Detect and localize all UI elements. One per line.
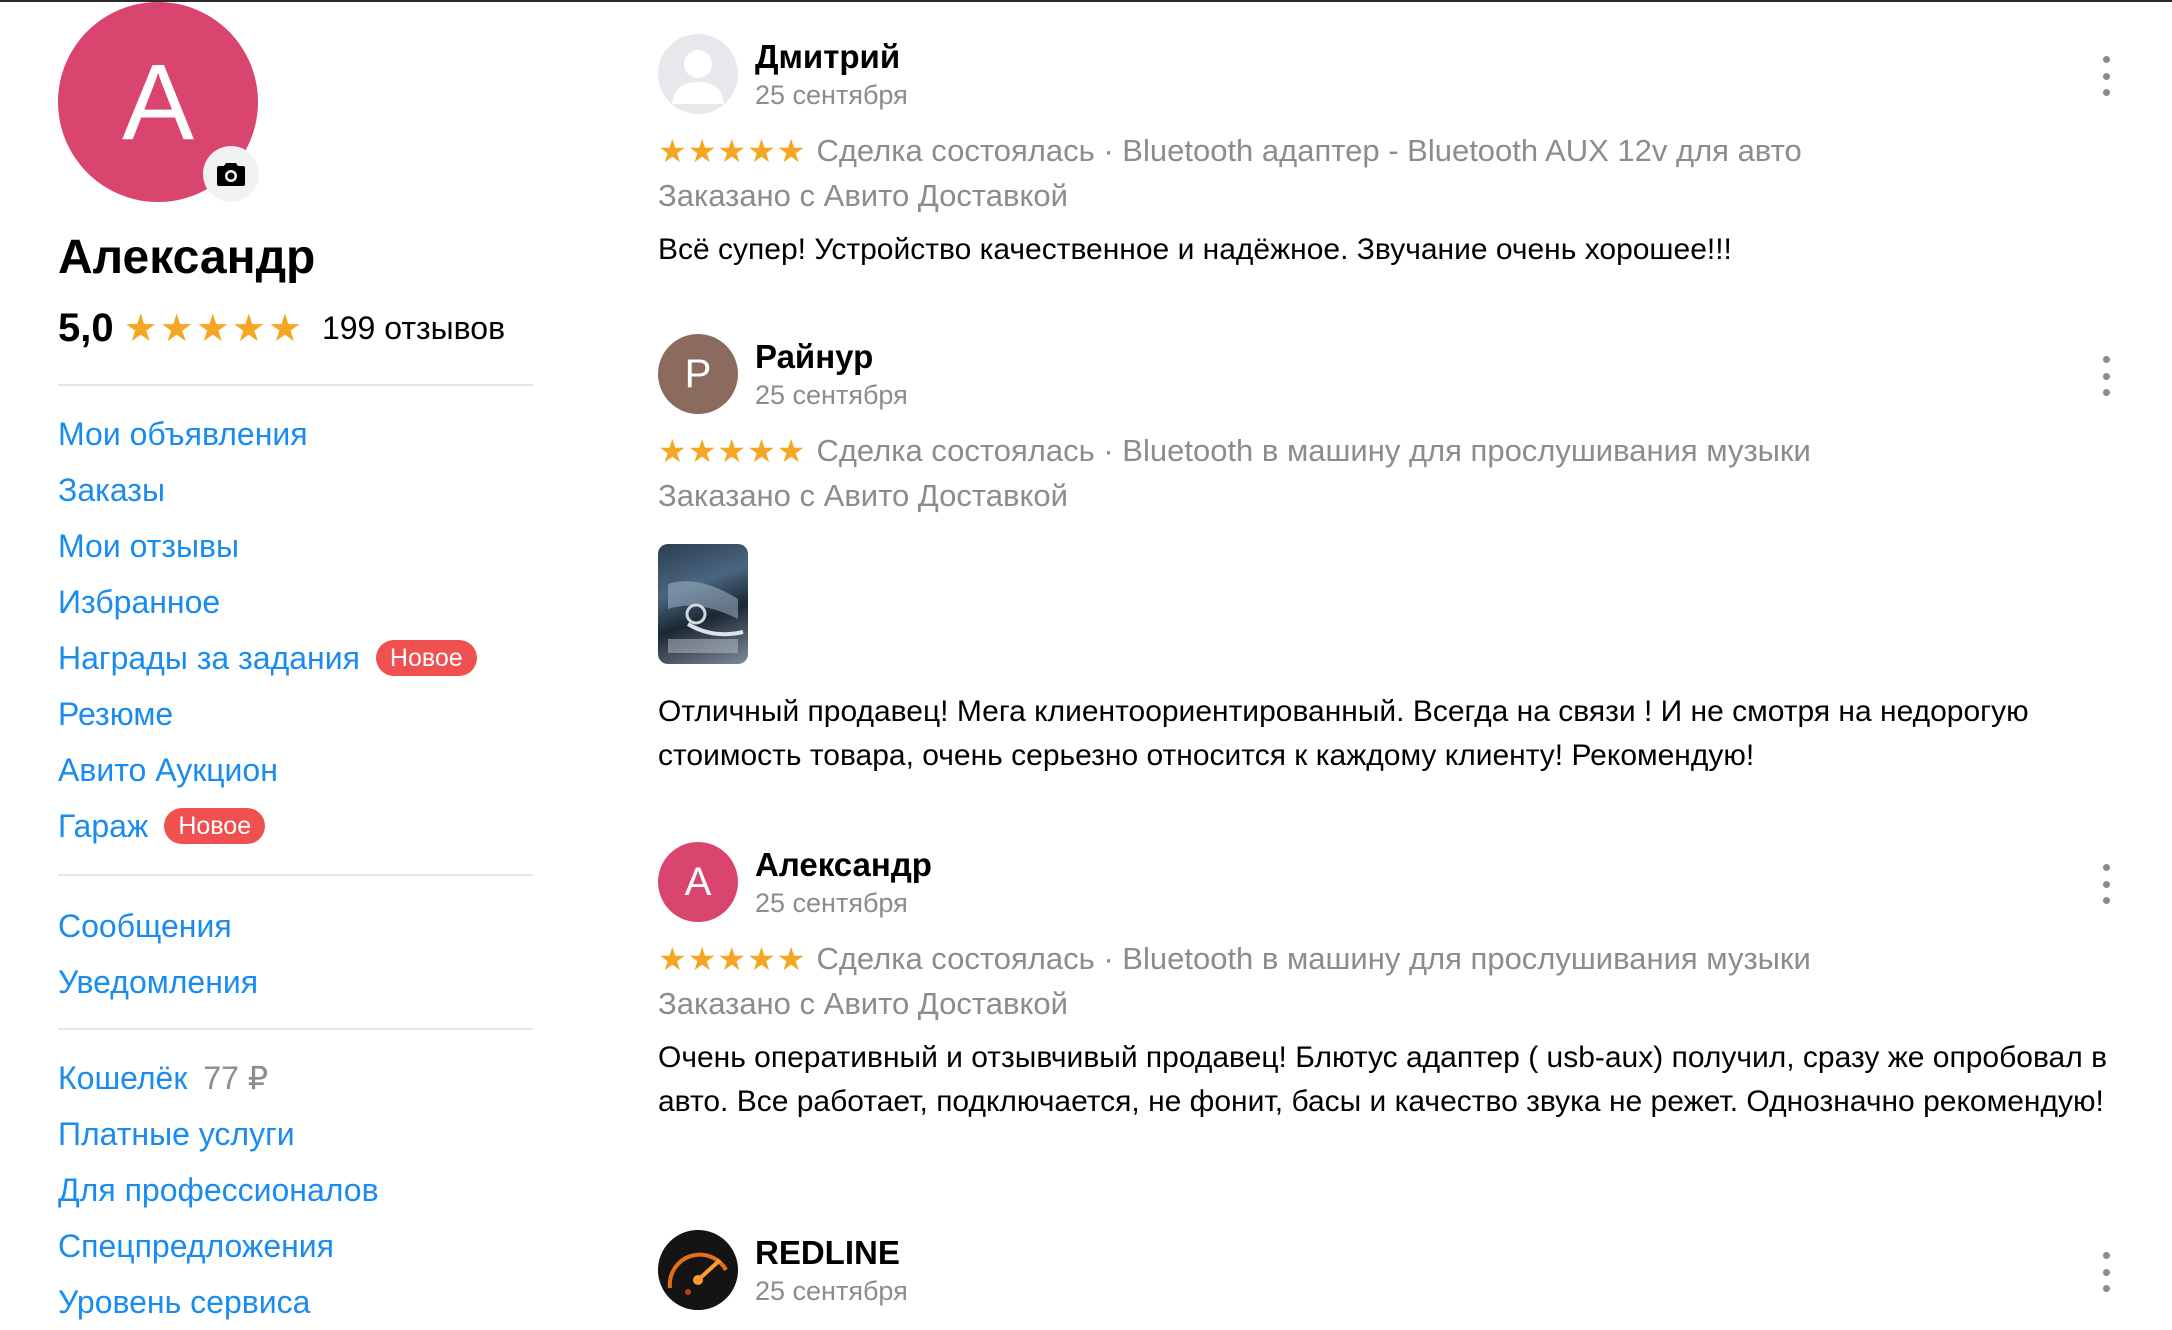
wallet-balance: 77 ₽ — [203, 1060, 269, 1096]
review-text: Отличный продавец! Мега клиентоориентиро… — [658, 695, 2029, 772]
review-photo-thumbnail[interactable] — [658, 544, 748, 664]
change-photo-button[interactable] — [203, 146, 259, 202]
photo-image — [668, 581, 744, 653]
menu-group-services: Кошелёк 77 ₽ Платные услуги Для професси… — [58, 1050, 379, 1330]
menu-item-my-ads[interactable]: Мои объявления — [58, 406, 477, 462]
divider — [58, 874, 533, 876]
review-delivery: Заказано с Авито Доставкой — [658, 178, 1068, 213]
review-deal-line: ★★★★★ Сделка состоялась · Bluetooth в ма… — [658, 940, 1811, 978]
camera-icon — [217, 163, 245, 186]
menu-item-garage[interactable]: Гараж Новое — [58, 798, 477, 854]
more-options-button[interactable] — [2094, 864, 2118, 904]
new-badge: Новое — [164, 808, 266, 844]
review-text: Очень оперативный и отзывчивый продавец!… — [658, 1041, 2108, 1118]
menu-group-main: Мои объявления Заказы Мои отзывы Избранн… — [58, 406, 477, 854]
reviewer-name[interactable]: Райнур — [755, 338, 873, 376]
profile-rating: 5,0 ★★★★★ 199 отзывов — [58, 306, 505, 351]
new-badge: Новое — [375, 640, 477, 676]
default-user-icon — [658, 34, 738, 114]
menu-item-paid-services[interactable]: Платные услуги — [58, 1106, 379, 1162]
review-date: 25 сентября — [755, 1276, 908, 1306]
menu-item-special-offers[interactable]: Спецпредложения — [58, 1218, 379, 1274]
more-options-button[interactable] — [2094, 356, 2118, 396]
review-deal-line: ★★★★★ Сделка состоялась · Bluetooth адап… — [658, 132, 1802, 170]
profile-name: Александр — [58, 231, 316, 284]
menu-item-auction[interactable]: Авито Аукцион — [58, 742, 477, 798]
menu-group-messages: Сообщения Уведомления — [58, 898, 258, 1010]
reviewer-avatar-letter: Р — [684, 351, 712, 396]
divider — [58, 384, 533, 386]
review-deal-text: Сделка состоялась · Bluetooth в машину д… — [816, 941, 1811, 976]
menu-item-messages[interactable]: Сообщения — [58, 898, 258, 954]
reviewer-name[interactable]: Дмитрий — [755, 38, 900, 76]
review-date: 25 сентября — [755, 888, 908, 918]
reviewer-avatar[interactable] — [658, 1230, 738, 1310]
review-stars: ★★★★★ — [658, 433, 807, 469]
speedometer-avatar-icon — [658, 1230, 738, 1310]
review-date: 25 сентября — [755, 380, 908, 410]
menu-item-orders[interactable]: Заказы — [58, 462, 477, 518]
review-deal-text: Сделка состоялась · Bluetooth в машину д… — [816, 433, 1811, 468]
reviewer-avatar[interactable]: Р — [658, 334, 738, 414]
review-delivery: Заказано с Авито Доставкой — [658, 478, 1068, 513]
menu-item-resume[interactable]: Резюме — [58, 686, 477, 742]
review-stars: ★★★★★ — [658, 941, 807, 977]
profile-avatar-letter: А — [121, 41, 195, 162]
more-options-button[interactable] — [2094, 1252, 2118, 1292]
divider — [58, 1028, 533, 1030]
reviewer-name[interactable]: REDLINE — [755, 1234, 900, 1272]
menu-item-my-reviews[interactable]: Мои отзывы — [58, 518, 477, 574]
menu-item-wallet[interactable]: Кошелёк 77 ₽ — [58, 1050, 379, 1106]
reviewer-name[interactable]: Александр — [755, 846, 932, 884]
menu-item-notifications[interactable]: Уведомления — [58, 954, 258, 1010]
review-text: Всё супер! Устройство качественное и над… — [658, 233, 1732, 266]
menu-item-service-level[interactable]: Уровень сервиса — [58, 1274, 379, 1330]
review-stars: ★★★★★ — [658, 133, 807, 169]
reviewer-avatar[interactable]: А — [658, 842, 738, 922]
menu-item-task-rewards[interactable]: Награды за задания Новое — [58, 630, 477, 686]
rating-value: 5,0 — [58, 306, 114, 350]
menu-item-favorites[interactable]: Избранное — [58, 574, 477, 630]
reviews-count-link[interactable]: 199 отзывов — [322, 310, 505, 347]
reviewer-avatar[interactable] — [658, 34, 738, 114]
review-delivery: Заказано с Авито Доставкой — [658, 986, 1068, 1021]
review-date: 25 сентября — [755, 80, 908, 110]
rating-stars: ★★★★★ — [123, 308, 304, 350]
review-deal-line: ★★★★★ Сделка состоялась · Bluetooth в ма… — [658, 432, 1811, 470]
menu-item-for-pros[interactable]: Для профессионалов — [58, 1162, 379, 1218]
more-options-button[interactable] — [2094, 56, 2118, 96]
reviewer-avatar-letter: А — [684, 859, 712, 904]
review-deal-text: Сделка состоялась · Bluetooth адаптер - … — [816, 133, 1802, 168]
